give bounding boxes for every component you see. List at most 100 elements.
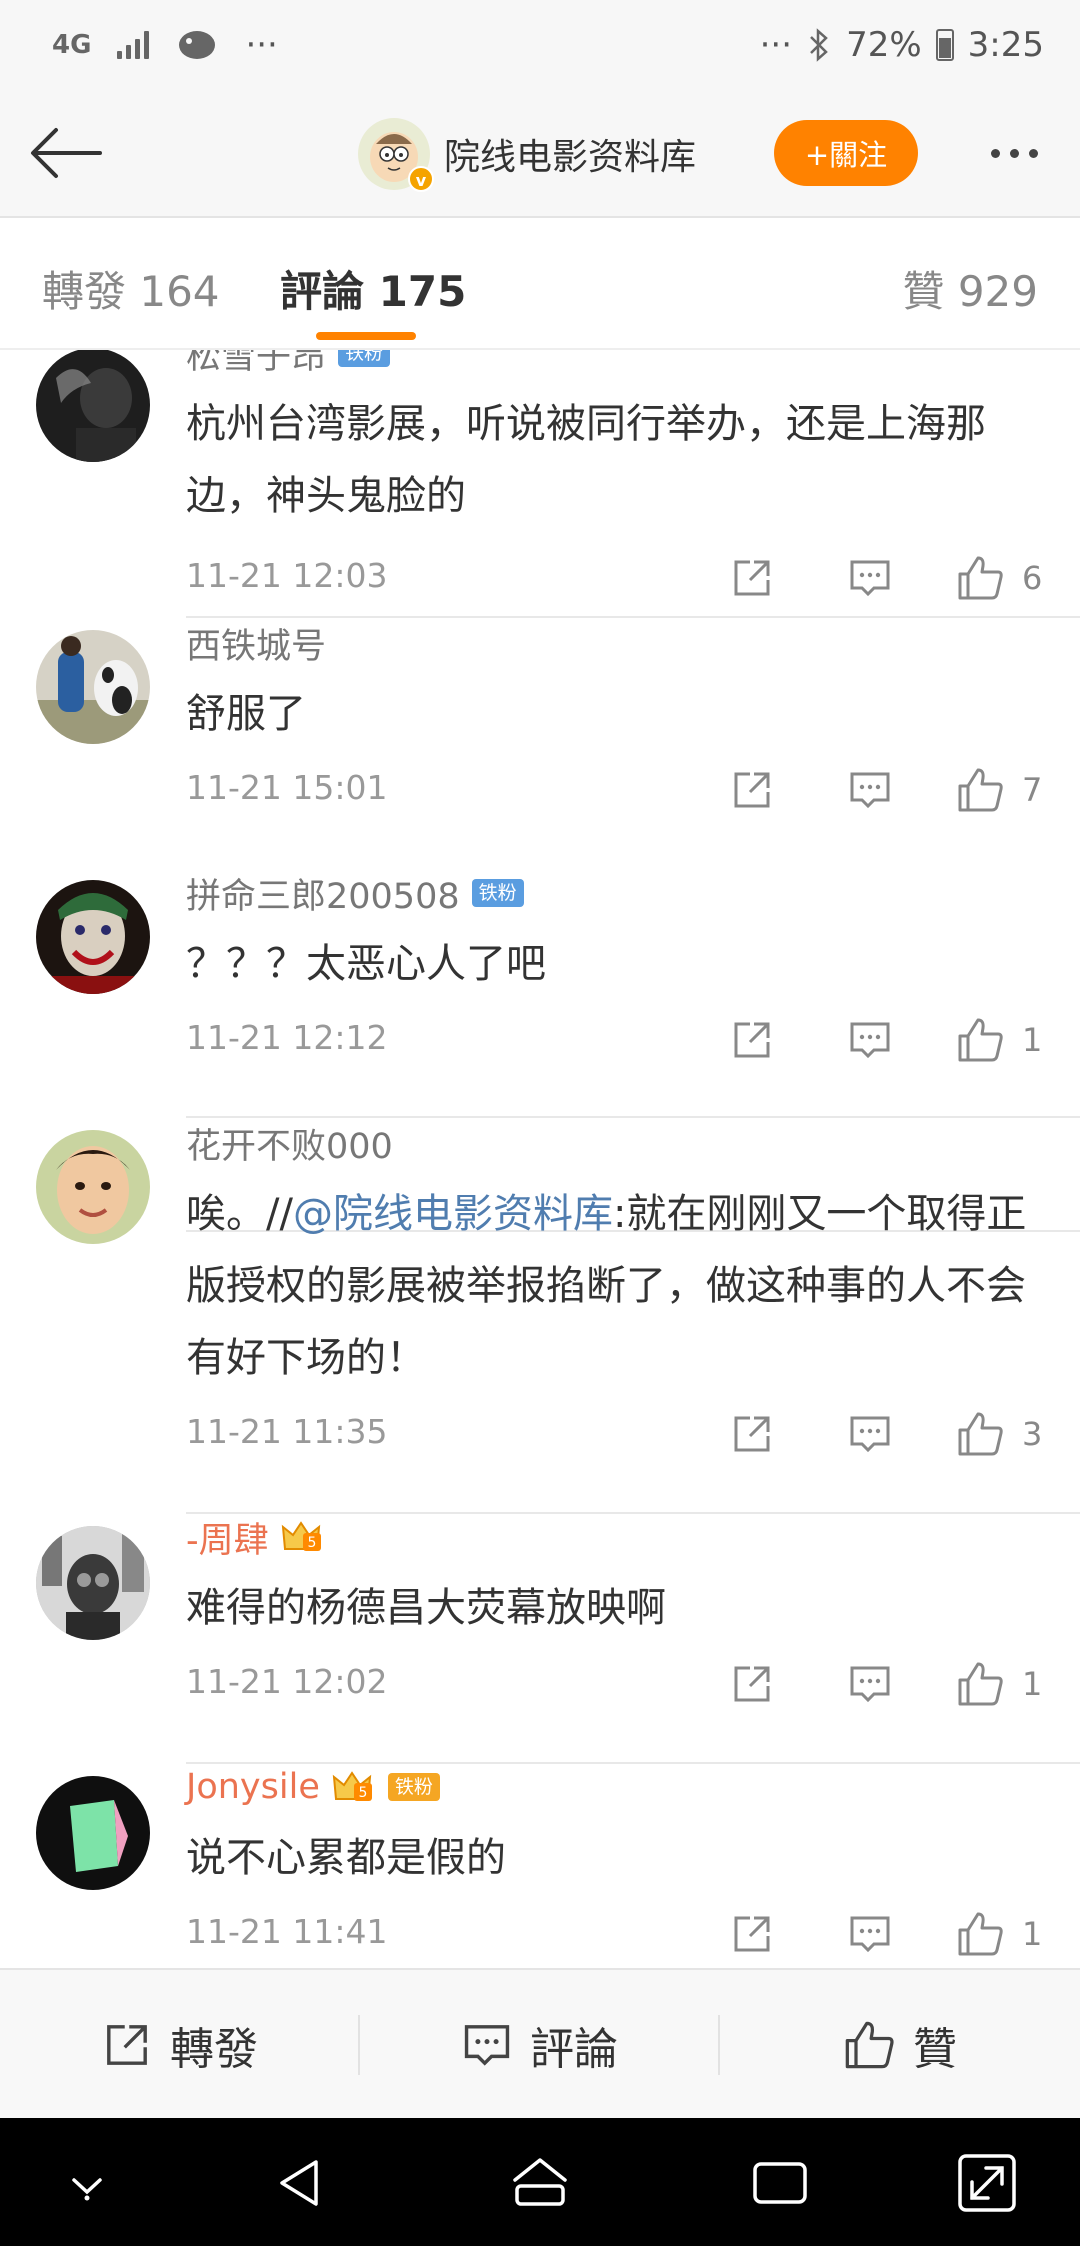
- like-count: 1: [1022, 1665, 1043, 1703]
- thumbs-up-icon: [958, 556, 1003, 600]
- comment-icon: [850, 772, 890, 809]
- thumbs-up-icon: [958, 768, 1003, 812]
- share-button[interactable]: [730, 764, 774, 816]
- fan-badge: 铁粉: [338, 350, 391, 367]
- weibo-comments-page: 4G ··· ··· 72% 3:25 v 院线电影资料库 +關注 轉發 164…: [0, 0, 1080, 2246]
- more-options-icon[interactable]: [978, 130, 1050, 176]
- chevron-down-icon[interactable]: [52, 2148, 122, 2218]
- clock: 3:25: [967, 25, 1044, 65]
- comment-text: ？？？太恶心人了吧: [186, 941, 546, 987]
- account-avatar[interactable]: v: [358, 118, 434, 192]
- avatar[interactable]: [36, 1130, 150, 1244]
- comment-text: 说不心累都是假的: [186, 1835, 506, 1881]
- battery-percent: 72%: [846, 25, 922, 65]
- recent-apps-icon[interactable]: [745, 2148, 815, 2218]
- like-button[interactable]: 6: [956, 552, 1042, 604]
- avatar[interactable]: [36, 1776, 150, 1890]
- repost-button[interactable]: 轉發: [0, 1970, 360, 2120]
- active-tab-indicator: [316, 332, 416, 340]
- account-header[interactable]: v 院线电影资料库: [358, 114, 696, 194]
- reply-button[interactable]: [848, 1908, 892, 1960]
- like-button[interactable]: 贊: [720, 1970, 1080, 2120]
- comment-time: 11-21 11:35: [186, 1412, 388, 1451]
- tab-comment[interactable]: 評論 175: [280, 258, 466, 319]
- share-button[interactable]: [730, 1658, 774, 1710]
- svg-text:5: 5: [358, 1785, 367, 1801]
- share-icon: [734, 560, 770, 596]
- fan-badge: 铁粉: [387, 1773, 440, 1801]
- like-count: 1: [1022, 1021, 1043, 1059]
- tab-repost[interactable]: 轉發 164: [42, 258, 220, 319]
- comment-icon: [850, 560, 890, 597]
- reply-button[interactable]: [848, 1014, 892, 1066]
- like-count: 7: [1022, 771, 1043, 809]
- comment-time: 11-21 12:12: [186, 1018, 388, 1057]
- comment-time: 11-21 12:03: [186, 556, 388, 595]
- like-button[interactable]: 1: [956, 1658, 1042, 1710]
- like-label: 贊: [913, 2024, 957, 2075]
- comment-button[interactable]: 評論: [360, 1970, 720, 2120]
- comment-list[interactable]: 松雪子昂 铁粉 杭州台湾影展，听说被同行举办，还是上海那边，神头鬼脸的 11-21…: [0, 350, 1080, 1968]
- bottom-action-bar: 轉發 評論 贊: [0, 1968, 1080, 2118]
- share-icon: [734, 1022, 770, 1058]
- comment-icon: [850, 1666, 890, 1703]
- follow-button[interactable]: +關注: [774, 120, 918, 186]
- expand-icon[interactable]: [952, 2148, 1022, 2218]
- thumbs-up-icon: [958, 1018, 1003, 1062]
- home-icon[interactable]: [505, 2148, 575, 2218]
- avatar[interactable]: [36, 1526, 150, 1640]
- reply-button[interactable]: [848, 1658, 892, 1710]
- share-icon: [107, 2025, 147, 2065]
- like-button[interactable]: 1: [956, 1908, 1042, 1960]
- comment-text: 杭州台湾影展，听说被同行举办，还是上海那边，神头鬼脸的: [186, 401, 986, 519]
- verified-icon: v: [408, 166, 434, 192]
- thumbs-up-icon: [845, 2021, 894, 2069]
- back-arrow-icon[interactable]: [26, 118, 106, 188]
- account-name[interactable]: 院线电影资料库: [444, 128, 696, 180]
- comment-text: 舒服了: [186, 691, 306, 737]
- commenter-name[interactable]: 松雪子昂 铁粉: [186, 350, 1044, 378]
- comment-time: 11-21 15:01: [186, 768, 388, 807]
- share-button[interactable]: [730, 1408, 774, 1460]
- comment-icon: [464, 2025, 510, 2066]
- more-status-icons: ···: [759, 25, 793, 65]
- like-button[interactable]: 3: [956, 1408, 1042, 1460]
- back-icon[interactable]: [266, 2148, 336, 2218]
- comment-icon: [850, 1416, 890, 1453]
- commenter-name[interactable]: -周肆 5: [186, 1512, 1044, 1562]
- like-count: 1: [1022, 1915, 1043, 1953]
- like-count: 3: [1022, 1415, 1043, 1453]
- thumbs-up-icon: [958, 1662, 1003, 1706]
- like-button[interactable]: 7: [956, 764, 1042, 816]
- mention-link[interactable]: @院线电影资料库: [293, 1191, 613, 1237]
- share-icon: [734, 1916, 770, 1952]
- commenter-name[interactable]: 西铁城号: [186, 618, 1044, 668]
- vip-crown-icon: 5: [332, 1769, 376, 1805]
- comment-label: 評論: [530, 2024, 618, 2075]
- avatar[interactable]: [36, 350, 150, 462]
- reply-button[interactable]: [848, 552, 892, 604]
- tab-bar: 轉發 164 評論 175 贊 929: [0, 218, 1080, 350]
- signal-icon: [117, 31, 150, 59]
- more-notifications: ···: [245, 25, 278, 65]
- commenter-name[interactable]: 花开不败000: [186, 1118, 1044, 1168]
- share-button[interactable]: [730, 1014, 774, 1066]
- tab-like[interactable]: 贊 929: [902, 258, 1038, 319]
- avatar[interactable]: [36, 630, 150, 744]
- fan-badge: 铁粉: [471, 879, 524, 907]
- avatar[interactable]: [36, 880, 150, 994]
- share-button[interactable]: [730, 1908, 774, 1960]
- share-button[interactable]: [730, 552, 774, 604]
- like-count: 6: [1022, 559, 1043, 597]
- top-header: v 院线电影资料库 +關注: [0, 90, 1080, 218]
- commenter-name[interactable]: 拼命三郎200508 铁粉: [186, 868, 1044, 918]
- comment-text: 唉。//@院线电影资料库:就在刚刚又一个取得正版授权的影展被举报掐断了，做这种事…: [186, 1191, 1027, 1381]
- comment-time: 11-21 12:02: [186, 1662, 388, 1701]
- commenter-name[interactable]: Jonysile 5 铁粉: [186, 1762, 1044, 1812]
- reply-button[interactable]: [848, 764, 892, 816]
- reply-button[interactable]: [848, 1408, 892, 1460]
- vip-crown-icon: 5: [281, 1519, 325, 1555]
- battery-icon: [935, 29, 954, 61]
- like-button[interactable]: 1: [956, 1014, 1042, 1066]
- share-icon: [734, 1666, 770, 1702]
